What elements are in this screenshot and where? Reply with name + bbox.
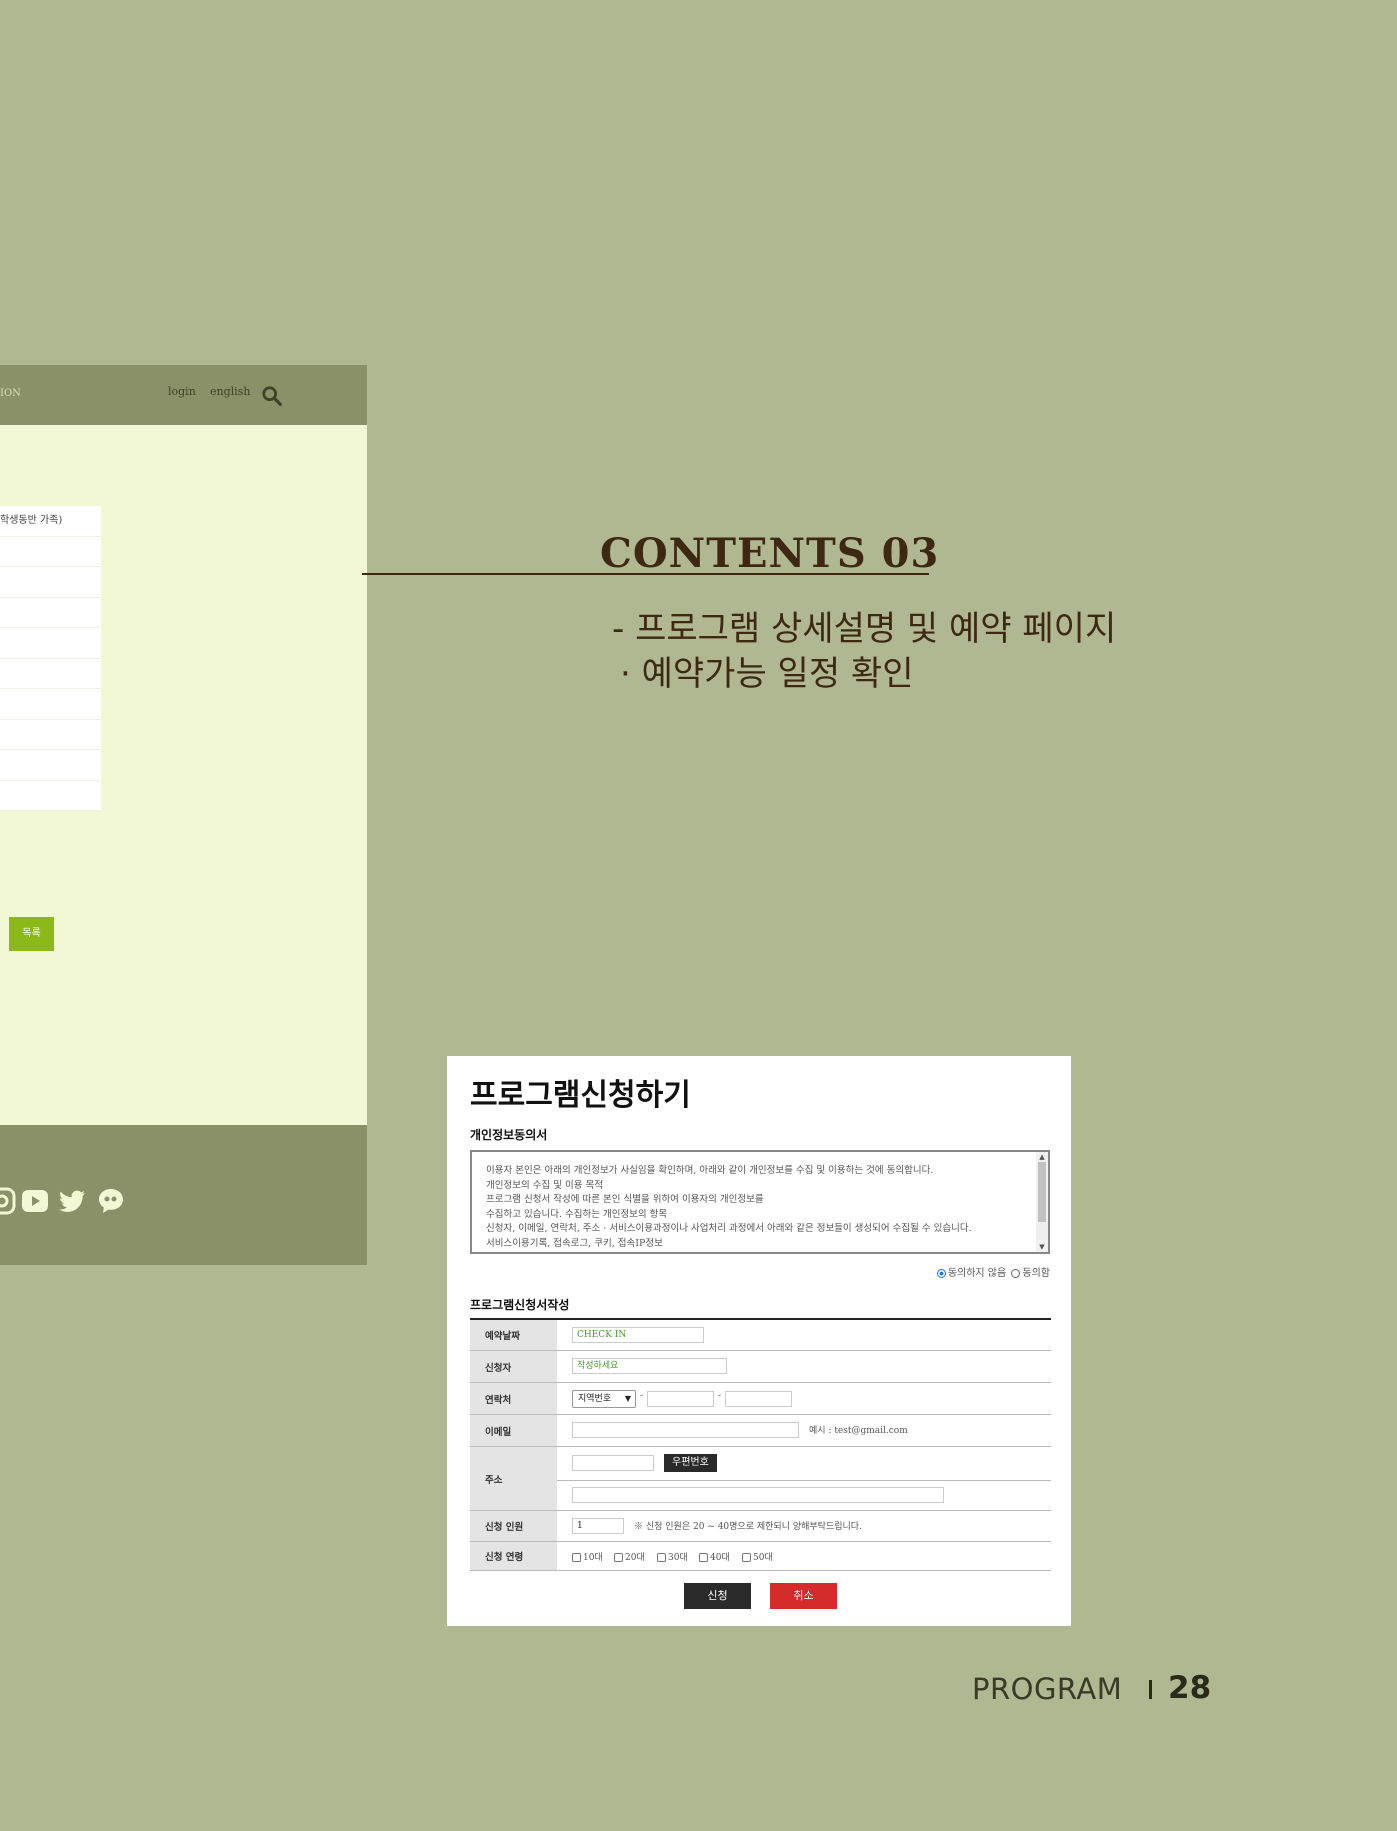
age-option: 20대 [614, 1550, 645, 1563]
search-icon[interactable] [261, 385, 283, 407]
dash: - [718, 1391, 722, 1401]
row-email: 이메일 예시 : test@gmail.com [470, 1415, 1051, 1447]
instagram-icon[interactable] [0, 1187, 16, 1215]
label-people: 신청 인원 [470, 1511, 557, 1541]
table-row [0, 781, 101, 811]
scroll-up-icon[interactable]: ▲ [1038, 1153, 1046, 1161]
table-row [0, 598, 101, 628]
table-row [0, 537, 101, 567]
zipcode-button[interactable]: 우편번호 [664, 1454, 717, 1472]
area-code-value: 지역번호 [578, 1394, 612, 1404]
age-option: 30대 [657, 1550, 688, 1563]
applicant-input[interactable]: 작성하세요 [572, 1358, 727, 1374]
info-table: 학생동반 가족) [0, 506, 101, 811]
table-row [0, 659, 101, 689]
email-example: 예시 : test@gmail.com [809, 1426, 908, 1436]
people-input[interactable]: 1 [572, 1518, 624, 1534]
age-checkbox[interactable] [572, 1553, 581, 1562]
website-screenshot-left: ION login english 학생동반 가족) 목록 [0, 365, 367, 1265]
privacy-line: 신청자, 이메일, 연락처, 주소 · 서비스이용과정이나 사업처리 과정에서 … [486, 1223, 972, 1234]
contents-subtitle-1: - 프로그램 상세설명 및 예약 페이지 [612, 609, 1117, 649]
list-button[interactable]: 목록 [9, 917, 54, 951]
application-section-title: 프로그램신청서작성 [470, 1298, 570, 1312]
submit-button[interactable]: 신청 [684, 1583, 751, 1609]
row-date: 예약날짜 CHECK IN [470, 1320, 1051, 1351]
age-checkbox[interactable] [614, 1553, 623, 1562]
table-row [0, 689, 101, 720]
table-row [0, 720, 101, 750]
table-row [0, 567, 101, 598]
table-cell: 학생동반 가족) [0, 515, 63, 526]
row-address: 주소 우편번호 [470, 1447, 1051, 1511]
english-link[interactable]: english [210, 385, 250, 398]
footer-separator [1149, 1680, 1152, 1699]
address-input[interactable] [572, 1487, 944, 1503]
row-divider [557, 1480, 1051, 1481]
site-header: ION login english [0, 365, 367, 425]
area-code-select[interactable]: 지역번호 ▼ [572, 1390, 636, 1408]
privacy-section-title: 개인정보동의서 [470, 1128, 548, 1142]
row-contact: 연락처 지역번호 ▼ - - [470, 1383, 1051, 1415]
contents-subtitle-2: · 예약가능 일정 확인 [620, 654, 914, 694]
section-label: PROGRAM [972, 1672, 1123, 1706]
table-row [0, 628, 101, 659]
nav-item[interactable]: ION [0, 388, 21, 399]
privacy-line: 이용자 본인은 아래의 개인정보가 사실임을 확인하며, 아래와 같이 개인정보… [486, 1165, 934, 1176]
youtube-icon[interactable] [21, 1187, 49, 1215]
dash: - [640, 1391, 644, 1401]
phone-middle-input[interactable] [647, 1391, 714, 1407]
form-title: 프로그램신청하기 [470, 1078, 691, 1113]
login-link[interactable]: login [168, 385, 196, 398]
site-content: 학생동반 가족) 목록 [0, 425, 367, 1125]
label-date: 예약날짜 [470, 1320, 557, 1350]
row-age: 신청 연령 10대 20대 30대 40대 50대 [470, 1542, 1051, 1571]
scroll-down-icon[interactable]: ▼ [1038, 1243, 1046, 1251]
contents-title: CONTENTS 03 [600, 530, 940, 577]
age-option: 40대 [699, 1550, 730, 1563]
privacy-line: 수집하고 있습니다. 수집하는 개인정보의 항목 [486, 1208, 668, 1220]
label-email: 이메일 [470, 1415, 557, 1446]
label-contact: 연락처 [470, 1383, 557, 1414]
site-footer [0, 1125, 367, 1265]
age-checkbox[interactable] [742, 1553, 751, 1562]
email-input[interactable] [572, 1422, 799, 1438]
consent-options: 동의하지 않음 동의함 [935, 1264, 1050, 1279]
label-age: 신청 연령 [470, 1542, 557, 1570]
application-table: 예약날짜 CHECK IN 신청자 작성하세요 연락처 지역번호 ▼ - - 이메… [470, 1318, 1051, 1571]
row-people: 신청 인원 1 ※ 신청 인원은 20 ~ 40명으로 제한되니 양해부탁드립니… [470, 1511, 1051, 1542]
label-address: 주소 [470, 1447, 557, 1510]
title-underline [362, 573, 929, 575]
table-row [0, 750, 101, 781]
age-checkbox[interactable] [699, 1553, 708, 1562]
phone-last-input[interactable] [725, 1391, 792, 1407]
row-applicant: 신청자 작성하세요 [470, 1351, 1051, 1383]
age-option: 50대 [742, 1550, 773, 1563]
label-applicant: 신청자 [470, 1351, 557, 1382]
consent-no-radio[interactable] [936, 1269, 946, 1278]
privacy-text: 이용자 본인은 아래의 개인정보가 사실임을 확인하며, 아래와 같이 개인정보… [486, 1164, 1026, 1251]
privacy-textarea[interactable]: 이용자 본인은 아래의 개인정보가 사실임을 확인하며, 아래와 같이 개인정보… [470, 1150, 1050, 1254]
cancel-button[interactable]: 취소 [770, 1583, 837, 1609]
scrollbar-thumb[interactable] [1038, 1162, 1046, 1222]
people-note: ※ 신청 인원은 20 ~ 40명으로 제한되니 양해부탁드립니다. [634, 1522, 862, 1532]
page: { "left_site": { "nav_text": "ION", "log… [0, 0, 1397, 1831]
chat-icon[interactable] [97, 1187, 125, 1215]
scrollbar[interactable]: ▲ ▼ [1036, 1152, 1048, 1252]
twitter-icon[interactable] [59, 1187, 87, 1215]
application-form-screenshot: 프로그램신청하기 개인정보동의서 이용자 본인은 아래의 개인정보가 사실임을 … [447, 1056, 1071, 1626]
page-number: 28 [1168, 1670, 1212, 1706]
consent-no-label: 동의하지 않음 [947, 1268, 1007, 1279]
age-option: 10대 [572, 1550, 603, 1563]
date-input[interactable]: CHECK IN [572, 1327, 704, 1343]
privacy-line: 프로그램 신청서 작성에 따른 본인 식별을 위하여 이용자의 개인정보를 [486, 1194, 764, 1205]
privacy-line: 개인정보의 수집 및 이용 목적 [486, 1179, 603, 1191]
chevron-down-icon: ▼ [624, 1394, 631, 1403]
consent-yes-radio[interactable] [1011, 1269, 1021, 1278]
consent-yes-label: 동의함 [1022, 1268, 1050, 1279]
privacy-line: 서비스이용기록, 접속로그, 쿠키, 접속IP정보 [486, 1237, 663, 1249]
zipcode-input[interactable] [572, 1455, 654, 1471]
table-row: 학생동반 가족) [0, 506, 101, 537]
age-checkbox[interactable] [657, 1553, 666, 1562]
